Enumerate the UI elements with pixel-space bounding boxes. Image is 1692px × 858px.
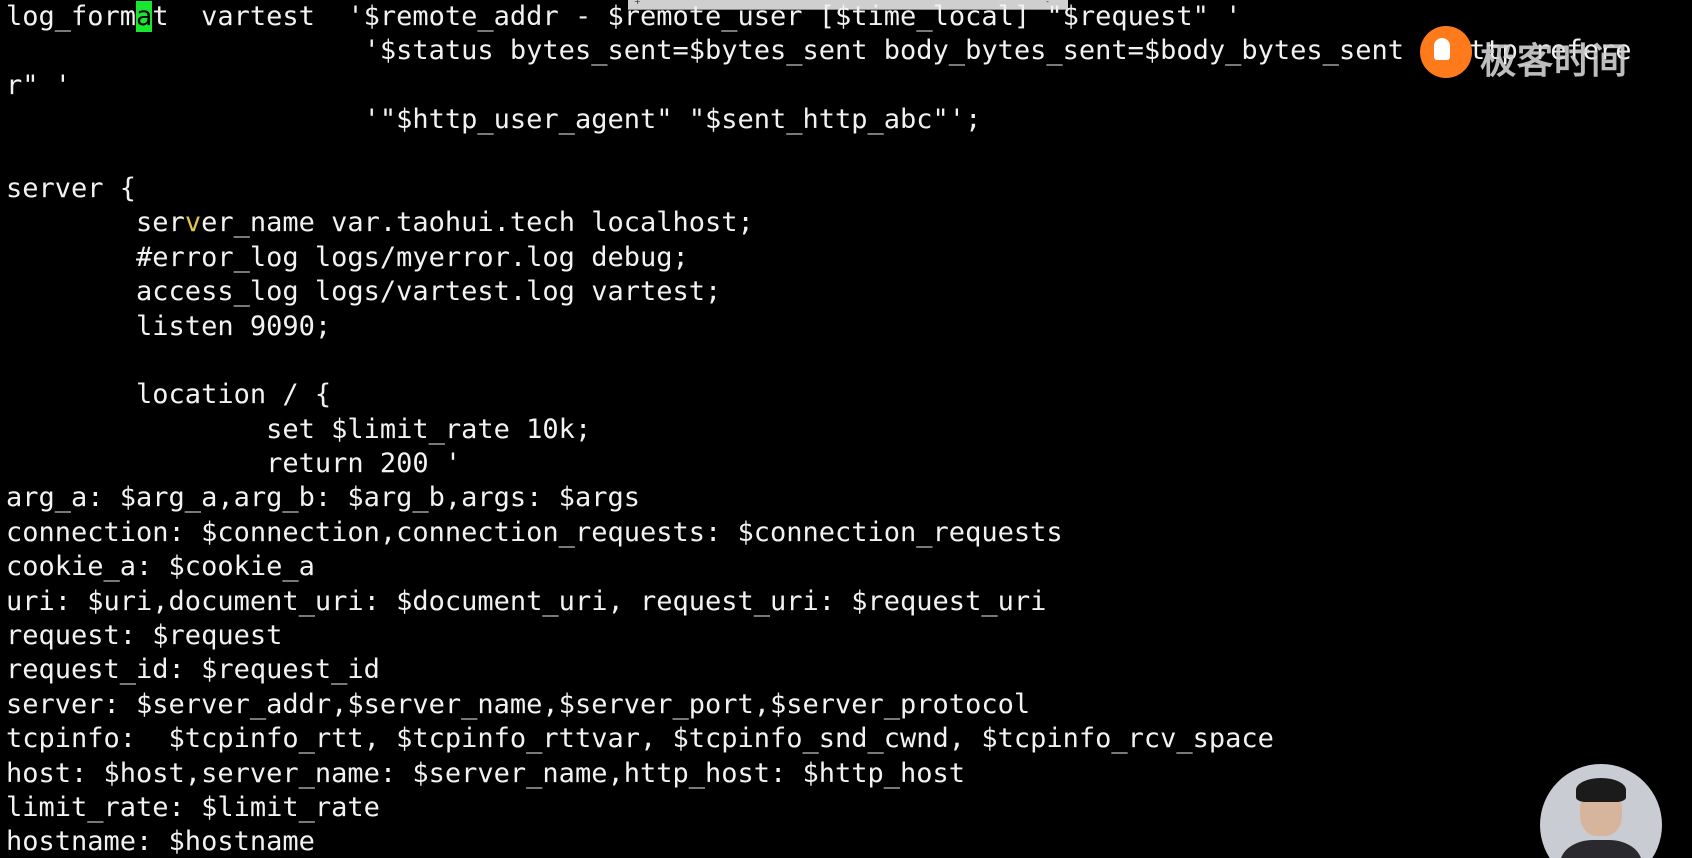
line-text: request: $request bbox=[6, 620, 283, 652]
line-text: arg_a: $arg_a,arg_b: $arg_b,args: $args bbox=[6, 482, 640, 514]
terminal-line: set $limit_rate 10k; bbox=[6, 413, 1692, 447]
line-text: set $limit_rate 10k; bbox=[6, 413, 592, 445]
line-text: uri: $uri,document_uri: $document_uri, r… bbox=[6, 585, 1047, 617]
line-text: r" ' bbox=[6, 69, 72, 101]
terminal-line: #error_log logs/myerror.log debug; bbox=[6, 241, 1692, 275]
line-text: er_name var.taohui.tech localhost; bbox=[201, 207, 754, 239]
line-text: access_log logs/vartest.log vartest; bbox=[6, 276, 722, 308]
line-text: limit_rate: $limit_rate bbox=[6, 791, 380, 823]
presenter-body bbox=[1560, 840, 1642, 858]
terminal-line: '"$http_user_agent" "$sent_http_abc"'; bbox=[6, 103, 1692, 137]
terminal-line: location / { bbox=[6, 378, 1692, 412]
line-text: ser bbox=[6, 207, 185, 239]
line-text: cookie_a: $cookie_a bbox=[6, 551, 315, 583]
mouse-ibeam-char: v bbox=[184, 207, 202, 239]
line-text: request_id: $request_id bbox=[6, 654, 380, 686]
line-text: listen 9090; bbox=[6, 310, 332, 342]
text-cursor: a bbox=[136, 1, 153, 32]
line-text: connection: $connection,connection_reque… bbox=[6, 516, 1063, 548]
watermark-brand-text: 极客时间 bbox=[1480, 41, 1629, 82]
line-text: '$status bytes_sent=$bytes_sent body_byt… bbox=[6, 35, 1632, 67]
line-text: return 200 ' bbox=[6, 448, 462, 480]
terminal-line: limit_rate: $limit_rate bbox=[6, 791, 1692, 825]
line-text: host: $host,server_name: $server_name,ht… bbox=[6, 757, 966, 789]
terminal-line: tcpinfo: $tcpinfo_rtt, $tcpinfo_rttvar, … bbox=[6, 722, 1692, 756]
terminal-line: uri: $uri,document_uri: $document_uri, r… bbox=[6, 585, 1692, 619]
line-text: location / { bbox=[6, 379, 332, 411]
terminal-line: host: $host,server_name: $server_name,ht… bbox=[6, 757, 1692, 791]
terminal-line: server { bbox=[6, 172, 1692, 206]
line-text: #error_log logs/myerror.log debug; bbox=[6, 241, 689, 273]
terminal-line: request: $request bbox=[6, 619, 1692, 653]
line-text: t vartest '$remote_addr - $remote_user [… bbox=[152, 1, 1242, 32]
terminal-line: return 200 ' bbox=[6, 447, 1692, 481]
terminal-editor[interactable]: log_format vartest '$remote_addr - $remo… bbox=[6, 0, 1692, 858]
terminal-line: access_log logs/vartest.log vartest; bbox=[6, 275, 1692, 309]
line-text: '"$http_user_agent" "$sent_http_abc"'; bbox=[6, 104, 982, 136]
terminal-line: request_id: $request_id bbox=[6, 653, 1692, 687]
geektime-watermark: 极客时间 bbox=[1420, 26, 1682, 86]
line-text: tcpinfo: $tcpinfo_rtt, $tcpinfo_rttvar, … bbox=[6, 723, 1274, 755]
presenter-hair bbox=[1576, 778, 1626, 802]
terminal-line: server_name var.taohui.tech localhost; bbox=[6, 206, 1692, 240]
terminal-line: server: $server_addr,$server_name,$serve… bbox=[6, 688, 1692, 722]
terminal-line: hostname: $hostname bbox=[6, 825, 1692, 858]
line-text: log_form bbox=[6, 1, 137, 32]
terminal-line: arg_a: $arg_a,arg_b: $arg_b,args: $args bbox=[6, 481, 1692, 515]
terminal-window: + - log_format vartest '$remote_addr - $… bbox=[0, 0, 1692, 858]
terminal-line: listen 9090; bbox=[6, 310, 1692, 344]
line-text: server { bbox=[6, 172, 137, 204]
geektime-logo-icon bbox=[1420, 26, 1472, 78]
line-text: server: $server_addr,$server_name,$serve… bbox=[6, 688, 1031, 720]
terminal-line: connection: $connection,connection_reque… bbox=[6, 516, 1692, 550]
line-text: hostname: $hostname bbox=[6, 826, 315, 858]
terminal-line: cookie_a: $cookie_a bbox=[6, 550, 1692, 584]
